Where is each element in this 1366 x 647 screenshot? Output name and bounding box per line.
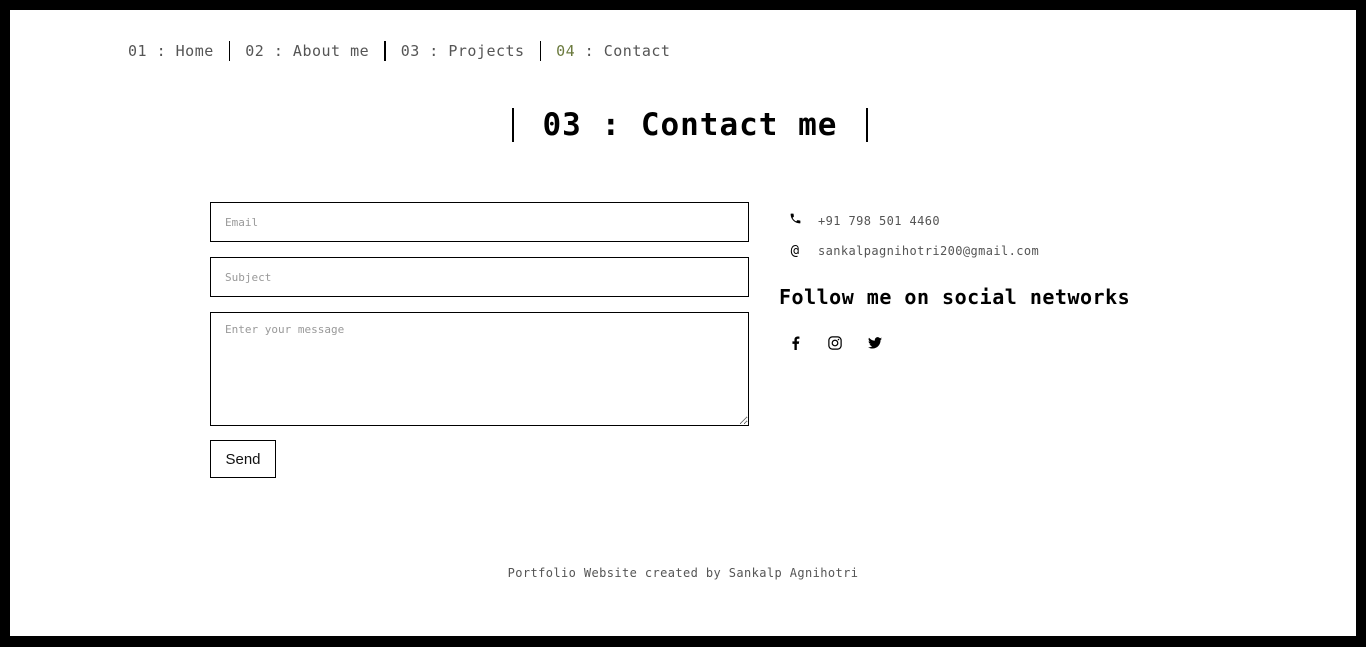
page: 01 : Home 02 : About me 03 : Projects 04… bbox=[10, 10, 1356, 636]
email-field[interactable] bbox=[210, 202, 749, 242]
send-button[interactable]: Send bbox=[210, 440, 276, 478]
page-title: 03 : Contact me bbox=[542, 107, 838, 143]
nav-item-home[interactable]: 01 : Home bbox=[128, 41, 229, 61]
nav-item-label: : Contact bbox=[575, 42, 671, 60]
nav-item-number: 02 bbox=[245, 42, 265, 60]
at-icon: @ bbox=[790, 243, 800, 259]
nav-item-number: 04 bbox=[556, 42, 576, 60]
contact-email-row: @ sankalpagnihotri200@gmail.com bbox=[788, 243, 1039, 259]
top-nav: 01 : Home 02 : About me 03 : Projects 04… bbox=[128, 41, 685, 61]
nav-item-contact[interactable]: 04 : Contact bbox=[541, 41, 685, 61]
message-field[interactable] bbox=[210, 312, 749, 426]
nav-item-number: 01 bbox=[128, 42, 148, 60]
nav-item-number: 03 bbox=[400, 42, 420, 60]
twitter-icon[interactable] bbox=[867, 335, 883, 351]
nav-item-label: : About me bbox=[264, 42, 370, 60]
contact-email[interactable]: sankalpagnihotri200@gmail.com bbox=[818, 244, 1039, 258]
nav-item-label: : Projects bbox=[419, 42, 525, 60]
contact-phone-row: +91 798 501 4460 bbox=[788, 212, 940, 229]
nav-item-projects[interactable]: 03 : Projects bbox=[386, 41, 540, 61]
title-divider-right bbox=[866, 108, 868, 142]
social-heading: Follow me on social networks bbox=[779, 285, 1131, 309]
footer-credit: Portfolio Website created by Sankalp Agn… bbox=[507, 566, 859, 580]
nav-item-label: : Home bbox=[147, 42, 214, 60]
phone-icon bbox=[788, 212, 802, 229]
subject-field[interactable] bbox=[210, 257, 749, 297]
contact-phone: +91 798 501 4460 bbox=[818, 213, 940, 228]
instagram-icon[interactable] bbox=[827, 335, 843, 351]
nav-item-about[interactable]: 02 : About me bbox=[230, 41, 384, 61]
page-title-wrap: 03 : Contact me bbox=[512, 107, 868, 143]
social-links bbox=[787, 335, 883, 351]
facebook-icon[interactable] bbox=[787, 335, 803, 351]
